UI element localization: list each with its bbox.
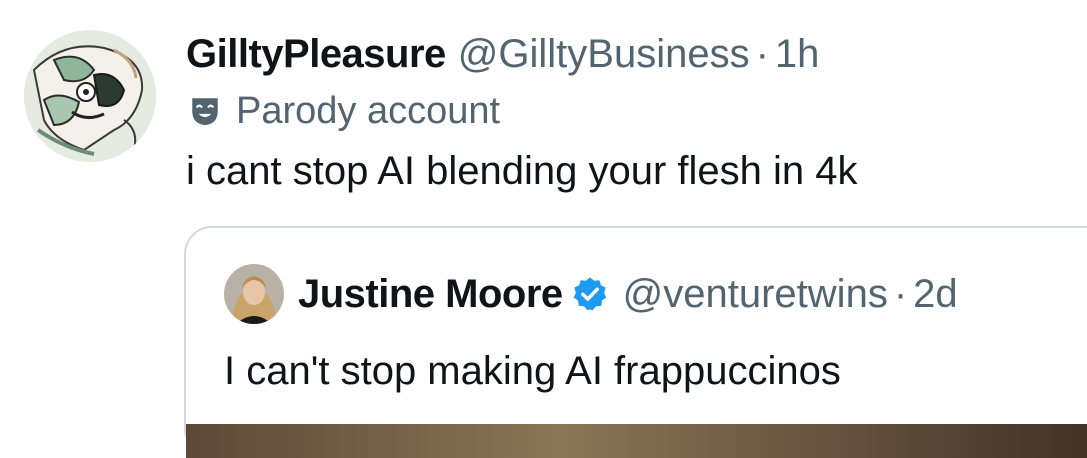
quote-timestamp[interactable]: 2d: [913, 270, 958, 318]
parody-label: Parody account: [188, 88, 500, 134]
theater-mask-icon: [192, 98, 218, 126]
verified-badge-icon: [573, 277, 606, 311]
display-name[interactable]: GilltyPleasure: [186, 30, 446, 78]
tweet-text: i cant stop AI blending your flesh in 4k: [186, 149, 858, 193]
portrait-avatar: [224, 264, 284, 324]
tweet-header: GilltyPleasure @GilltyBusiness · 1h: [186, 30, 819, 78]
quote-handle[interactable]: @venturetwins: [623, 270, 888, 318]
avatar[interactable]: [24, 30, 156, 162]
parody-label-text: Parody account: [236, 90, 501, 132]
handle[interactable]: @GilltyBusiness: [458, 30, 750, 78]
quote-separator-dot: ·: [893, 272, 908, 316]
quote-header: Justine Moore @venturetwins · 2d: [298, 270, 958, 318]
quote-media-preview[interactable]: [186, 424, 1087, 458]
separator-dot: ·: [755, 32, 769, 76]
comic-illustration-avatar: [24, 30, 156, 162]
quote-tweet-card[interactable]: Justine Moore @venturetwins · 2d I can't…: [184, 226, 1087, 458]
timestamp[interactable]: 1h: [775, 30, 820, 78]
quote-avatar[interactable]: [224, 264, 284, 324]
quote-text: I can't stop making AI frappuccinos: [224, 349, 841, 393]
quote-display-name[interactable]: Justine Moore: [298, 270, 563, 318]
